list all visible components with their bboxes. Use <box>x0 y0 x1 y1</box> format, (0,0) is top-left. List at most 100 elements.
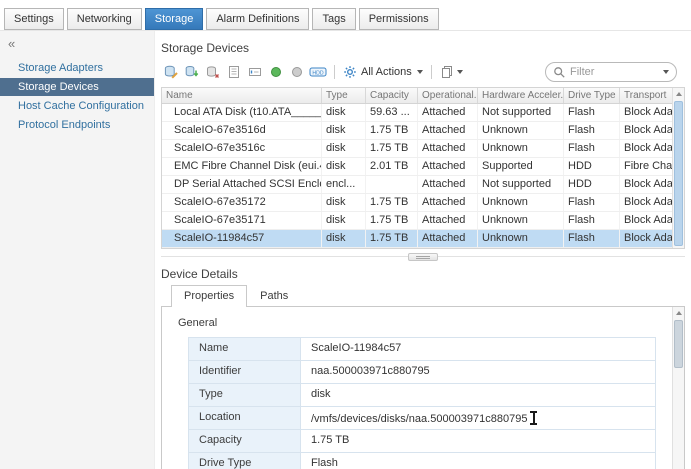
filter-input[interactable] <box>570 66 660 78</box>
cell-drive-type: Flash <box>564 122 620 139</box>
table-vertical-scrollbar[interactable] <box>672 88 684 248</box>
property-value: /vmfs/devices/disks/naa.500003971c880795 <box>301 407 655 429</box>
property-value: ScaleIO-11984c57 <box>301 338 655 360</box>
tab-paths[interactable]: Paths <box>247 285 301 306</box>
detach-disk-icon <box>206 65 220 79</box>
all-actions-button[interactable]: All Actions <box>340 65 426 79</box>
copy-icon <box>440 65 454 79</box>
column-header-type[interactable]: Type <box>322 88 366 103</box>
copy-button[interactable] <box>437 65 466 79</box>
detach-device-button[interactable] <box>203 63 223 81</box>
scrollbar-thumb[interactable] <box>674 101 683 246</box>
column-header-hardware-acceleration[interactable]: Hardware Acceler... <box>478 88 564 103</box>
cell-type: disk <box>322 194 366 211</box>
cell-drive-type: Flash <box>564 230 620 247</box>
storage-devices-title: Storage Devices <box>161 41 691 55</box>
scroll-up-icon <box>676 311 682 315</box>
cell-operational-state: Attached <box>418 176 478 193</box>
led-on-icon <box>269 65 283 79</box>
property-value: disk <box>301 384 655 406</box>
cell-name: ScaleIO-11984c57 <box>162 230 322 247</box>
rename-icon <box>248 65 262 79</box>
cell-drive-type: Flash <box>564 194 620 211</box>
table-row[interactable]: Local ATA Disk (t10.ATA_____S... disk 59… <box>162 104 684 122</box>
property-label: Name <box>189 338 301 360</box>
mark-as-hdd-button[interactable]: HDD <box>308 63 328 81</box>
tab-networking[interactable]: Networking <box>67 8 142 30</box>
splitter-grip-icon[interactable] <box>408 253 438 261</box>
scroll-up-button[interactable] <box>673 307 684 319</box>
cell-operational-state: Attached <box>418 230 478 247</box>
cell-operational-state: Attached <box>418 212 478 229</box>
property-row: Location /vmfs/devices/disks/naa.5000039… <box>189 407 655 430</box>
tab-tags[interactable]: Tags <box>312 8 355 30</box>
cell-type: disk <box>322 104 366 121</box>
tab-settings[interactable]: Settings <box>4 8 64 30</box>
all-actions-label: All Actions <box>361 66 412 78</box>
table-header: Name Type Capacity Operational... Hardwa… <box>162 88 684 104</box>
cell-name: EMC Fibre Channel Disk (eui.4... <box>162 158 322 175</box>
filter-box[interactable] <box>545 62 677 82</box>
table-row[interactable]: EMC Fibre Channel Disk (eui.4... disk 2.… <box>162 158 684 176</box>
property-row: Name ScaleIO-11984c57 <box>189 338 655 361</box>
cell-drive-type: Flash <box>564 104 620 121</box>
cell-hardware-acceleration: Unknown <box>478 122 564 139</box>
table-row[interactable]: ScaleIO-67e3516c disk 1.75 TB Attached U… <box>162 140 684 158</box>
property-label: Identifier <box>189 361 301 383</box>
column-header-name[interactable]: Name <box>162 88 322 103</box>
sidebar-item-storage-devices[interactable]: Storage Devices <box>0 78 154 96</box>
table-row[interactable]: DP Serial Attached SCSI Enclos... encl..… <box>162 176 684 194</box>
sidebar-item-host-cache-configuration[interactable]: Host Cache Configuration <box>0 97 154 115</box>
edit-device-button[interactable] <box>161 63 181 81</box>
manage-tabbar: Settings Networking Storage Alarm Defini… <box>0 0 691 31</box>
property-value: Flash <box>301 453 655 469</box>
cell-name: ScaleIO-67e3516d <box>162 122 322 139</box>
rename-device-button[interactable] <box>245 63 265 81</box>
column-header-capacity[interactable]: Capacity <box>366 88 418 103</box>
cell-capacity: 59.63 ... <box>366 104 418 121</box>
scrollbar-thumb[interactable] <box>674 320 683 368</box>
filter-dropdown-icon[interactable] <box>663 70 669 74</box>
panel-splitter[interactable] <box>161 251 685 263</box>
turn-off-led-button[interactable] <box>287 63 307 81</box>
property-value: 1.75 TB <box>301 430 655 452</box>
cell-capacity: 2.01 TB <box>366 158 418 175</box>
chevron-down-icon <box>457 70 463 74</box>
property-row: Type disk <box>189 384 655 407</box>
led-off-icon <box>290 65 304 79</box>
tab-properties[interactable]: Properties <box>171 285 247 307</box>
property-label: Drive Type <box>189 453 301 469</box>
tab-alarm-definitions[interactable]: Alarm Definitions <box>206 8 309 30</box>
table-row-selected[interactable]: ScaleIO-11984c57 disk 1.75 TB Attached U… <box>162 230 684 248</box>
cell-capacity: 1.75 TB <box>366 140 418 157</box>
storage-devices-table: Name Type Capacity Operational... Hardwa… <box>161 87 685 249</box>
collapse-sidebar-button[interactable]: « <box>0 31 154 58</box>
cell-operational-state: Attached <box>418 140 478 157</box>
cell-name: ScaleIO-67e3516c <box>162 140 322 157</box>
details-vertical-scrollbar[interactable] <box>672 307 684 469</box>
erase-partitions-button[interactable] <box>224 63 244 81</box>
properties-grid: Name ScaleIO-11984c57 Identifier naa.500… <box>188 337 656 469</box>
all-actions-gear-icon <box>343 65 357 79</box>
column-header-drive-type[interactable]: Drive Type <box>564 88 620 103</box>
table-row[interactable]: ScaleIO-67e35171 disk 1.75 TB Attached U… <box>162 212 684 230</box>
cell-name: Local ATA Disk (t10.ATA_____S... <box>162 104 322 121</box>
scroll-up-button[interactable] <box>673 88 684 100</box>
sidebar-item-storage-adapters[interactable]: Storage Adapters <box>0 59 154 77</box>
table-row[interactable]: ScaleIO-67e3516d disk 1.75 TB Attached U… <box>162 122 684 140</box>
cell-capacity: 1.75 TB <box>366 194 418 211</box>
sidebar-item-protocol-endpoints[interactable]: Protocol Endpoints <box>0 116 154 134</box>
device-details-tabs: Properties Paths <box>171 285 691 306</box>
property-label: Type <box>189 384 301 406</box>
turn-on-led-button[interactable] <box>266 63 286 81</box>
search-icon <box>553 66 566 79</box>
property-row: Identifier naa.500003971c880795 <box>189 361 655 384</box>
tab-permissions[interactable]: Permissions <box>359 8 439 30</box>
cell-name: ScaleIO-67e35172 <box>162 194 322 211</box>
tab-storage[interactable]: Storage <box>145 8 204 30</box>
table-row[interactable]: ScaleIO-67e35172 disk 1.75 TB Attached U… <box>162 194 684 212</box>
attach-device-button[interactable] <box>182 63 202 81</box>
column-header-operational-state[interactable]: Operational... <box>418 88 478 103</box>
cell-type: disk <box>322 140 366 157</box>
main-panel: Storage Devices <box>155 31 691 469</box>
